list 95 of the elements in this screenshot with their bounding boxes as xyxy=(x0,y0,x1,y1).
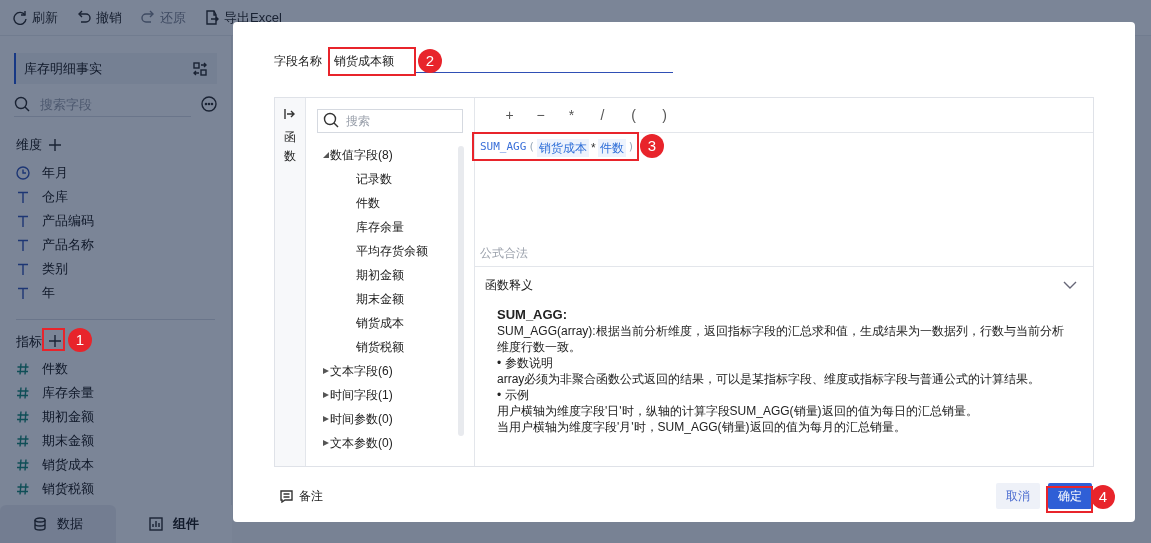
refresh-icon xyxy=(12,10,27,25)
caret-icon[interactable] xyxy=(323,392,329,398)
tree-item[interactable]: 销货税额 xyxy=(323,335,474,359)
text-type-icon xyxy=(16,213,30,228)
caret-icon[interactable] xyxy=(323,440,329,446)
tree-item[interactable]: 平均存货余额 xyxy=(323,239,474,263)
function-name: SUM_AGG: xyxy=(497,307,569,323)
tree-node[interactable]: 时间字段(1) xyxy=(323,383,474,407)
highlight-frame xyxy=(42,328,65,351)
text-type-icon xyxy=(16,189,30,204)
hash-icon xyxy=(16,434,30,448)
field-item[interactable]: 产品编码 xyxy=(0,208,231,233)
function-token: ( xyxy=(528,139,535,156)
toolbar-button[interactable]: 导出Excel xyxy=(204,7,282,28)
help-text: • 示例 xyxy=(497,387,530,403)
tree-item[interactable]: 件数 xyxy=(323,191,474,215)
dataset-selector[interactable]: 库存明细事实 xyxy=(14,53,217,84)
caret-icon[interactable] xyxy=(323,368,329,374)
section-title: 维度 xyxy=(16,136,42,154)
export-file-icon xyxy=(204,10,219,25)
search-field[interactable]: 搜索 xyxy=(317,109,463,133)
redo-icon xyxy=(140,10,155,25)
cancel-button[interactable]: 取消 xyxy=(996,483,1040,509)
field-item[interactable]: 销货成本 xyxy=(0,453,231,477)
database-icon xyxy=(33,517,47,531)
operator-button[interactable]: + xyxy=(497,104,522,126)
help-text: • 参数说明 xyxy=(497,355,554,371)
undo-icon xyxy=(76,10,91,25)
operator-button[interactable]: ( xyxy=(621,104,646,126)
name-input[interactable]: 销货成本额 xyxy=(328,46,416,76)
add-icon[interactable] xyxy=(48,137,62,152)
toolbar-button[interactable]: 刷新 xyxy=(12,7,58,28)
field-item[interactable]: 库存余量 xyxy=(0,381,231,405)
tree-node[interactable]: 文本参数(0) xyxy=(323,431,474,455)
text-type-icon xyxy=(16,237,30,252)
side-tab[interactable]: 函数 xyxy=(284,128,296,167)
tree-item[interactable]: 期初金额 xyxy=(323,263,474,287)
confirm-button[interactable]: 确定 xyxy=(1048,483,1092,509)
function-token: SUM_AGG xyxy=(480,139,527,156)
field-item[interactable]: 销货税额 xyxy=(0,477,231,501)
more-icon[interactable] xyxy=(201,96,217,112)
text-type-icon xyxy=(16,285,30,300)
field-token: 销货成本 xyxy=(537,138,589,157)
help-text: 当用户横轴为维度字段'月'时，SUM_AGG(销量)返回的值为每月的汇总销量。 xyxy=(497,419,907,435)
help-header[interactable]: 函数释义 xyxy=(475,267,1093,303)
operator-token: * xyxy=(591,139,596,157)
help-text: 用户横轴为维度字段'日'时，纵轴的计算字段SUM_AGG(销量)返回的值为每日的汇总销量。 xyxy=(497,403,979,419)
add-icon[interactable] xyxy=(48,334,62,349)
function-token: ) xyxy=(627,139,635,156)
field-item[interactable]: 年月 xyxy=(0,160,231,185)
field-item[interactable]: 仓库 xyxy=(0,184,231,209)
operator-button[interactable]: / xyxy=(590,104,615,126)
section-title: 指标 xyxy=(16,332,42,351)
hash-icon xyxy=(16,386,30,400)
help-text: array必须为非聚合函数公式返回的结果，可以是某指标字段、维度或指标字段与普通公式的计算结果。 xyxy=(497,371,1042,387)
help-title: 函数释义 xyxy=(485,277,533,294)
field-token: 件数 xyxy=(597,138,626,157)
field-item[interactable]: 期末金额 xyxy=(0,429,231,453)
note-button[interactable]: 备注 xyxy=(280,487,323,505)
toolbar-button[interactable]: 撤销 xyxy=(76,7,122,28)
bar-chart-icon xyxy=(149,517,163,531)
field-item[interactable]: 年 xyxy=(0,280,231,305)
search-icon xyxy=(323,112,339,128)
tree-item[interactable]: 销货成本 xyxy=(323,311,474,335)
chevron-icon[interactable] xyxy=(1063,281,1077,289)
caret-icon[interactable] xyxy=(323,152,329,158)
help-text: SUM_AGG(array):根据当前分析维度，返回指标字段的汇总求和值，生成结果为一数据列，行数与当前分析维度行数一致。 xyxy=(497,323,1065,355)
clock-icon xyxy=(16,165,30,180)
search-icon xyxy=(14,96,30,112)
field-item[interactable]: 类别 xyxy=(0,256,231,281)
text-type-icon xyxy=(16,261,30,276)
swap-icon[interactable] xyxy=(193,61,207,76)
field-item[interactable]: 件数 xyxy=(0,357,231,381)
tree-node[interactable]: 数值字段(8) xyxy=(323,143,474,167)
operator-button[interactable]: ) xyxy=(652,104,677,126)
field-item[interactable]: 产品名称 xyxy=(0,232,231,257)
tree-item[interactable]: 期末金额 xyxy=(323,287,474,311)
dataset-name: 库存明细事实 xyxy=(24,59,102,78)
hash-icon xyxy=(16,458,30,472)
operator-button[interactable]: * xyxy=(559,104,584,126)
formula-status: 公式合法 xyxy=(480,245,529,262)
operator-button[interactable]: − xyxy=(528,104,553,126)
collapse-icon[interactable] xyxy=(284,108,296,120)
tree-node[interactable]: 时间参数(0) xyxy=(323,407,474,431)
note-icon xyxy=(280,489,293,503)
hash-icon xyxy=(16,362,30,376)
hash-icon xyxy=(16,482,30,496)
field-label: 字段名称 xyxy=(274,53,323,70)
field-item[interactable]: 期初金额 xyxy=(0,405,231,429)
tree-item[interactable]: 库存余量 xyxy=(323,215,474,239)
bottom-tab[interactable]: 数据 xyxy=(0,505,116,543)
tree-item[interactable]: 记录数 xyxy=(323,167,474,191)
caret-icon[interactable] xyxy=(323,416,329,422)
tree-node[interactable]: 文本字段(6) xyxy=(323,359,474,383)
hash-icon xyxy=(16,410,30,424)
